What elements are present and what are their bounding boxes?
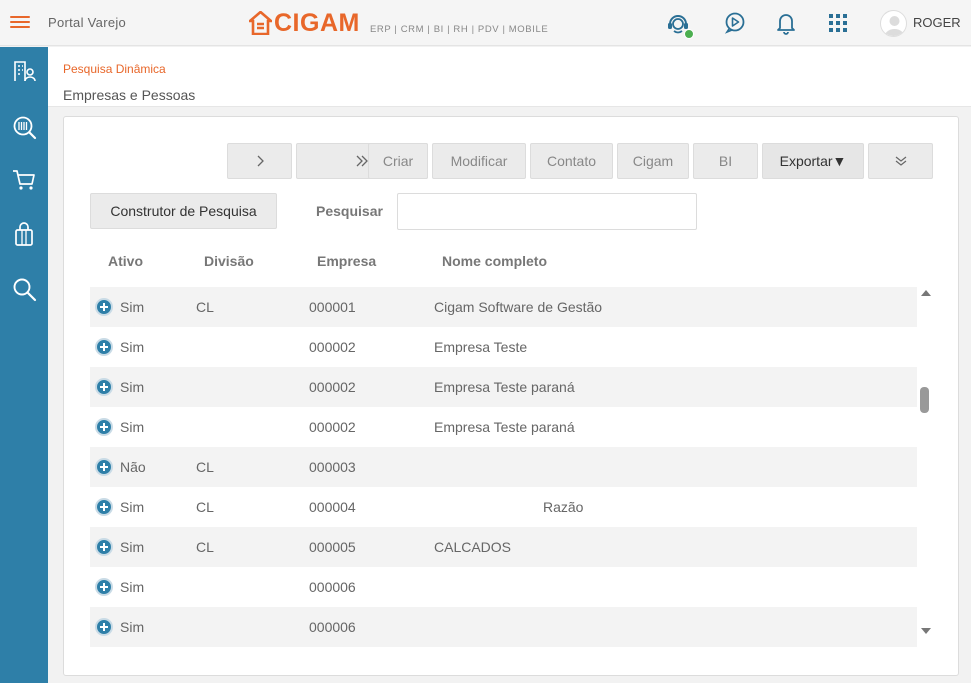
cell-ativo: Sim xyxy=(120,379,145,395)
cigam-button[interactable]: Cigam xyxy=(617,143,689,179)
table-row[interactable]: Sim 000006 xyxy=(90,567,917,607)
cell-nome: Empresa Teste xyxy=(434,339,528,355)
exportar-dropdown[interactable]: Exportar▼ xyxy=(762,143,864,179)
cell-divisao: CL xyxy=(196,539,214,555)
portal-title: Portal Varejo xyxy=(48,15,127,30)
cell-divisao: CL xyxy=(196,299,214,315)
building-user-icon[interactable] xyxy=(12,59,37,84)
search-input[interactable] xyxy=(397,193,697,230)
scroll-up-arrow-icon[interactable] xyxy=(921,290,931,296)
expand-row-icon[interactable] xyxy=(95,418,113,436)
cell-ativo: Sim xyxy=(120,299,145,315)
chevron-right-icon xyxy=(257,155,264,167)
cart-icon[interactable] xyxy=(12,168,37,193)
expand-row-icon[interactable] xyxy=(95,338,113,356)
main-panel: Criar Modificar Contato Cigam BI Exporta… xyxy=(63,116,959,676)
scroll-down-arrow-icon[interactable] xyxy=(921,628,931,634)
cell-empresa: 000002 xyxy=(309,419,356,435)
table-row[interactable]: Sim 000002 Empresa Teste paraná xyxy=(90,407,917,447)
table-row[interactable]: Sim CL 000004 Razão xyxy=(90,487,917,527)
expand-row-icon[interactable] xyxy=(95,498,113,516)
cigam-logo[interactable]: CIGAM xyxy=(249,9,360,37)
play-icon[interactable] xyxy=(722,10,748,36)
table-row[interactable]: Sim CL 000005 CALCADOS xyxy=(90,527,917,567)
modificar-button[interactable]: Modificar xyxy=(432,143,526,179)
user-avatar-icon[interactable] xyxy=(880,10,907,37)
column-header-empresa[interactable]: Empresa xyxy=(317,253,376,269)
table-row[interactable]: Sim CL 000001 Cigam Software de Gestão xyxy=(90,287,917,327)
search-icon[interactable] xyxy=(12,277,37,302)
scrollbar-thumb[interactable] xyxy=(920,387,929,413)
logo-subtitle: ERP | CRM | BI | RH | PDV | MOBILE xyxy=(370,24,549,35)
table-row[interactable]: Sim 000002 Empresa Teste paraná xyxy=(90,367,917,407)
cell-nome: Empresa Teste paraná xyxy=(434,419,575,435)
menu-icon[interactable] xyxy=(10,15,30,30)
column-header-divisao[interactable]: Divisão xyxy=(204,253,254,269)
expand-row-icon[interactable] xyxy=(95,378,113,396)
expand-row-icon[interactable] xyxy=(95,578,113,596)
cell-divisao: CL xyxy=(196,499,214,515)
table-row[interactable]: Sim 000002 Empresa Teste xyxy=(90,327,917,367)
cell-ativo: Sim xyxy=(120,579,145,595)
cell-ativo: Sim xyxy=(120,419,145,435)
cell-ativo: Sim xyxy=(120,619,145,635)
barcode-search-icon[interactable] xyxy=(12,115,37,140)
shopping-bag-icon[interactable] xyxy=(12,222,37,247)
table-row[interactable]: Sim 000006 xyxy=(90,607,917,647)
column-header-nome[interactable]: Nome completo xyxy=(442,253,547,269)
cell-ativo: Sim xyxy=(120,499,145,515)
cell-empresa: 000006 xyxy=(309,619,356,635)
cell-empresa: 000003 xyxy=(309,459,356,475)
expand-row-icon[interactable] xyxy=(95,298,113,316)
cell-nome: Empresa Teste paraná xyxy=(434,379,575,395)
apps-grid-icon[interactable] xyxy=(825,10,851,36)
breadcrumb[interactable]: Pesquisa Dinâmica xyxy=(63,62,166,76)
cell-nome: CALCADOS xyxy=(434,539,512,555)
results-table: Sim CL 000001 Cigam Software de Gestão S… xyxy=(90,287,917,647)
cell-divisao: CL xyxy=(196,459,214,475)
breadcrumb-area: Pesquisa Dinâmica Empresas e Pessoas xyxy=(48,47,971,107)
cell-empresa: 000001 xyxy=(309,299,356,315)
cell-empresa: 000006 xyxy=(309,579,356,595)
next-page-button[interactable] xyxy=(227,143,292,179)
expand-row-icon[interactable] xyxy=(95,458,113,476)
criar-button[interactable]: Criar xyxy=(368,143,428,179)
search-builder-button[interactable]: Construtor de Pesquisa xyxy=(90,193,277,229)
expand-toolbar-button[interactable] xyxy=(868,143,933,179)
search-label: Pesquisar xyxy=(316,203,383,219)
bi-button[interactable]: BI xyxy=(693,143,758,179)
bell-icon[interactable] xyxy=(773,10,799,36)
cell-empresa: 000005 xyxy=(309,539,356,555)
top-bar: Portal Varejo CIGAM ERP | CRM | BI | RH … xyxy=(0,0,971,46)
table-row[interactable]: Não CL 000003 xyxy=(90,447,917,487)
cell-ativo: Sim xyxy=(120,339,145,355)
logo-text: CIGAM xyxy=(274,8,360,37)
contato-button[interactable]: Contato xyxy=(530,143,613,179)
double-chevron-right-icon xyxy=(356,155,368,167)
online-status-dot xyxy=(684,29,694,39)
house-logo-icon xyxy=(249,11,272,35)
cell-empresa: 000004 xyxy=(309,499,356,515)
sidebar xyxy=(0,47,48,683)
column-header-ativo[interactable]: Ativo xyxy=(108,253,143,269)
cell-ativo: Não xyxy=(120,459,146,475)
cell-empresa: 000002 xyxy=(309,379,356,395)
expand-row-icon[interactable] xyxy=(95,538,113,556)
cell-ativo: Sim xyxy=(120,539,145,555)
cell-empresa: 000002 xyxy=(309,339,356,355)
double-chevron-down-icon xyxy=(895,156,906,166)
page-title: Empresas e Pessoas xyxy=(63,87,196,103)
expand-row-icon[interactable] xyxy=(95,618,113,636)
user-name[interactable]: ROGER xyxy=(913,15,961,30)
cell-nome: Razão xyxy=(543,499,584,515)
cell-nome: Cigam Software de Gestão xyxy=(434,299,603,315)
